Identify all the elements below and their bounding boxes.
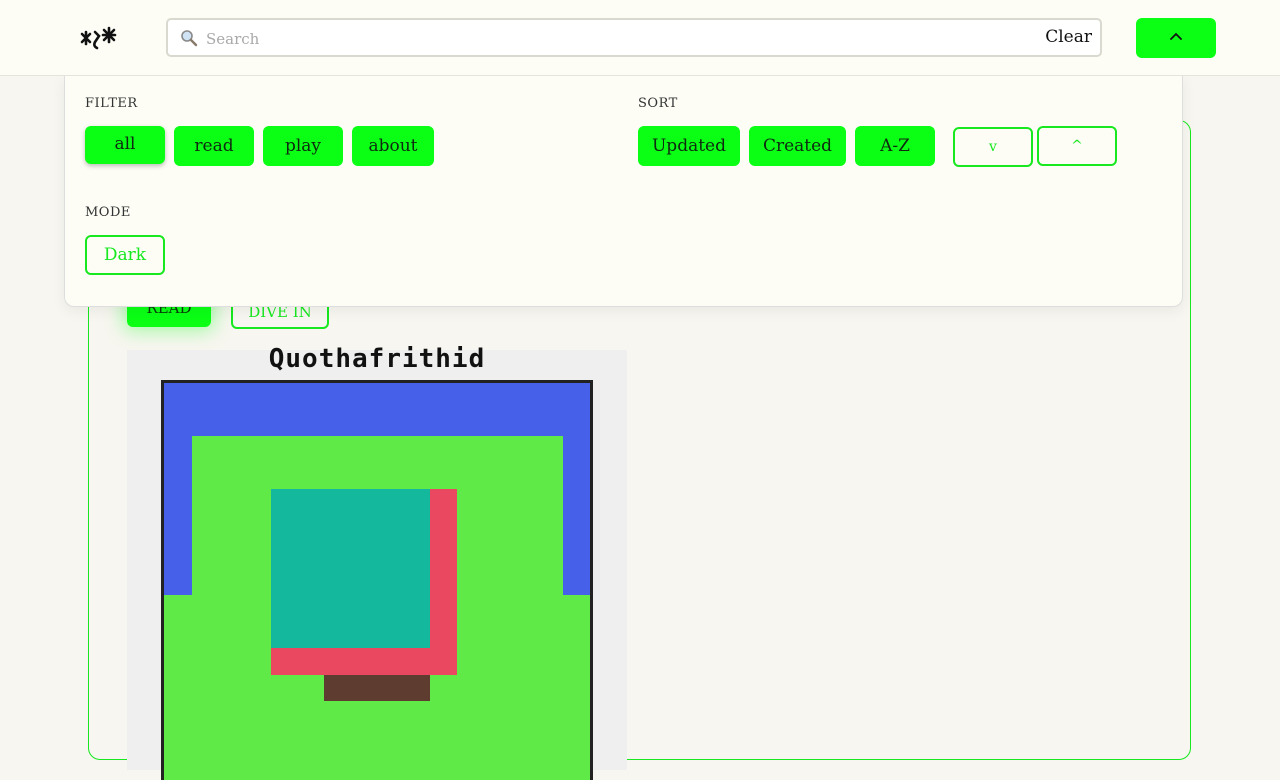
top-bar: Clear bbox=[0, 0, 1280, 76]
filter-sort-panel: FILTER all read play about SORT Updated … bbox=[64, 75, 1183, 307]
search-bar: Clear bbox=[166, 18, 1102, 57]
sort-created-button[interactable]: Created bbox=[749, 126, 846, 166]
sort-ascending-button[interactable]: ^ bbox=[1037, 126, 1117, 166]
sort-updated-button[interactable]: Updated bbox=[638, 126, 740, 166]
pixel-art-image bbox=[161, 380, 593, 780]
sort-label: SORT bbox=[638, 96, 678, 111]
search-input[interactable] bbox=[204, 25, 1008, 53]
mode-toggle-button[interactable]: Dark bbox=[85, 235, 165, 275]
filter-read-button[interactable]: read bbox=[174, 126, 254, 166]
filter-play-button[interactable]: play bbox=[263, 126, 343, 166]
menu-toggle-button[interactable] bbox=[1136, 18, 1216, 58]
clear-button[interactable]: Clear bbox=[1045, 27, 1092, 47]
search-icon bbox=[181, 30, 198, 47]
filter-about-button[interactable]: about bbox=[352, 126, 434, 166]
sort-az-button[interactable]: A-Z bbox=[855, 126, 935, 166]
filter-label: FILTER bbox=[85, 96, 138, 111]
chevron-up-icon bbox=[1170, 32, 1182, 40]
mode-label: MODE bbox=[85, 205, 131, 220]
sort-descending-button[interactable]: v bbox=[953, 127, 1033, 167]
filter-all-button[interactable]: all bbox=[85, 126, 165, 164]
preview-title: Quothafrithid bbox=[268, 344, 486, 374]
preview-image[interactable]: Quothafrithid bbox=[127, 344, 627, 780]
logo-icon[interactable] bbox=[78, 22, 120, 52]
